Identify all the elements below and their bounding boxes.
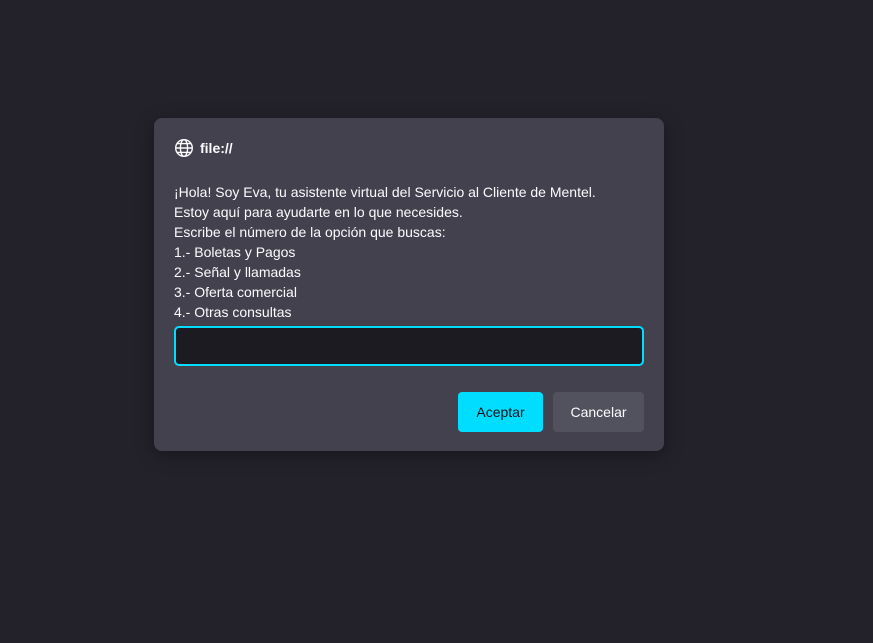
- dialog-message: ¡Hola! Soy Eva, tu asistente virtual del…: [174, 182, 644, 322]
- prompt-input[interactable]: [174, 326, 644, 366]
- cancel-button[interactable]: Cancelar: [553, 392, 644, 432]
- message-line: Escribe el número de la opción que busca…: [174, 224, 446, 240]
- message-line: Estoy aquí para ayudarte en lo que neces…: [174, 204, 463, 220]
- message-line: ¡Hola! Soy Eva, tu asistente virtual del…: [174, 184, 596, 200]
- message-line: 4.- Otras consultas: [174, 304, 292, 320]
- message-line: 3.- Oferta comercial: [174, 284, 297, 300]
- prompt-dialog: file:// ¡Hola! Soy Eva, tu asistente vir…: [154, 118, 664, 451]
- dialog-origin: file://: [174, 138, 233, 158]
- dialog-buttons: Aceptar Cancelar: [458, 392, 644, 432]
- accept-button[interactable]: Aceptar: [458, 392, 543, 432]
- message-line: 1.- Boletas y Pagos: [174, 244, 296, 260]
- message-line: 2.- Señal y llamadas: [174, 264, 301, 280]
- origin-label: file://: [200, 140, 233, 156]
- globe-icon: [174, 138, 194, 158]
